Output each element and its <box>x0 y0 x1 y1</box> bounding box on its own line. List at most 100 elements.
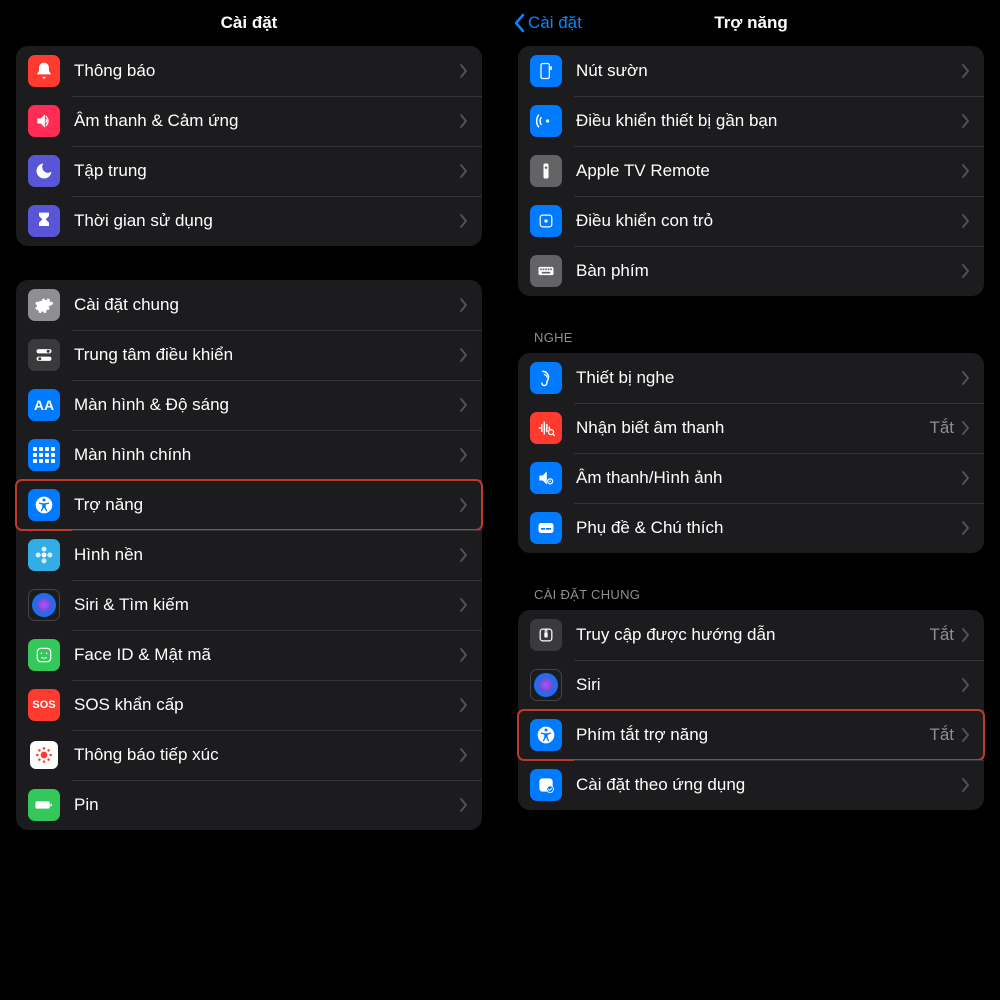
row-label: Phụ đề & Chú thích <box>576 518 962 538</box>
chevron-right-icon <box>460 298 468 312</box>
pointer-icon <box>530 205 562 237</box>
row-screentime[interactable]: Thời gian sử dụng <box>16 196 482 246</box>
row-label: Hình nền <box>74 545 460 565</box>
accessibility-icon <box>28 489 60 521</box>
chevron-right-icon <box>962 678 970 692</box>
row-label: Nút sườn <box>576 61 962 81</box>
chevron-right-icon <box>460 164 468 178</box>
row-general[interactable]: Cài đặt chung <box>16 280 482 330</box>
row-label: Phím tắt trợ năng <box>576 725 929 745</box>
row-sounds[interactable]: Âm thanh & Cảm ứng <box>16 96 482 146</box>
row-label: Thiết bị nghe <box>576 368 962 388</box>
row-accessibility[interactable]: Trợ năng <box>16 480 482 530</box>
row-label: Face ID & Mật mã <box>74 645 460 665</box>
row-siri[interactable]: Siri <box>518 660 984 710</box>
chevron-right-icon <box>460 548 468 562</box>
audiovisual-icon <box>530 462 562 494</box>
row-label: Truy cập được hướng dẫn <box>576 625 929 645</box>
chevron-right-icon <box>962 521 970 535</box>
group-physical-motor: Nút sườn Điều khiển thiết bị gần bạn Apple… <box>518 46 984 296</box>
section-header-general: CÀI ĐẶT CHUNG <box>518 587 984 610</box>
row-apple-tv-remote[interactable]: Apple TV Remote <box>518 146 984 196</box>
page-title: Trợ năng <box>714 13 787 33</box>
chevron-right-icon <box>460 498 468 512</box>
chevron-right-icon <box>460 348 468 362</box>
nearby-icon <box>530 105 562 137</box>
content-right[interactable]: Nút sườn Điều khiển thiết bị gần bạn Apple… <box>502 46 1000 1000</box>
gear-icon <box>28 289 60 321</box>
row-accessibility-shortcut[interactable]: Phím tắt trợ năngTắt <box>518 710 984 760</box>
row-focus[interactable]: Tập trung <box>16 146 482 196</box>
row-sound-recognition[interactable]: Nhận biết âm thanhTắt <box>518 403 984 453</box>
row-display[interactable]: AAMàn hình & Độ sáng <box>16 380 482 430</box>
row-wallpaper[interactable]: Hình nền <box>16 530 482 580</box>
row-label: Cài đặt theo ứng dụng <box>576 775 962 795</box>
chevron-right-icon <box>962 421 970 435</box>
perapp-icon <box>530 769 562 801</box>
row-home-screen[interactable]: Màn hình chính <box>16 430 482 480</box>
row-label: Trung tâm điều khiển <box>74 345 460 365</box>
chevron-right-icon <box>962 164 970 178</box>
chevron-right-icon <box>962 778 970 792</box>
chevron-right-icon <box>962 264 970 278</box>
chevron-right-icon <box>460 114 468 128</box>
row-per-app[interactable]: Cài đặt theo ứng dụng <box>518 760 984 810</box>
switches-icon <box>28 339 60 371</box>
row-siri[interactable]: Siri & Tìm kiếm <box>16 580 482 630</box>
row-label: Cài đặt chung <box>74 295 460 315</box>
sos-icon: SOS <box>28 689 60 721</box>
guided-icon <box>530 619 562 651</box>
row-label: Điều khiển con trỏ <box>576 211 962 231</box>
row-label: Điều khiển thiết bị gần bạn <box>576 111 962 131</box>
row-subtitles[interactable]: Phụ đề & Chú thích <box>518 503 984 553</box>
chevron-right-icon <box>460 398 468 412</box>
row-pointer-control[interactable]: Điều khiển con trỏ <box>518 196 984 246</box>
row-exposure[interactable]: Thông báo tiếp xúc <box>16 730 482 780</box>
row-value: Tắt <box>929 418 954 438</box>
row-label: Thời gian sử dụng <box>74 211 460 231</box>
chevron-right-icon <box>962 371 970 385</box>
row-audio-visual[interactable]: Âm thanh/Hình ảnh <box>518 453 984 503</box>
exposure-icon <box>28 739 60 771</box>
chevron-right-icon <box>460 214 468 228</box>
row-label: Pin <box>74 795 460 815</box>
row-label: Màn hình & Độ sáng <box>74 395 460 415</box>
section-header-hearing: NGHE <box>518 330 984 353</box>
battery-icon <box>28 789 60 821</box>
hourglass-icon <box>28 205 60 237</box>
header-left: Cài đặt <box>0 0 498 46</box>
row-label: Màn hình chính <box>74 445 460 465</box>
accessibility-icon <box>530 719 562 751</box>
row-keyboards[interactable]: Bàn phím <box>518 246 984 296</box>
row-faceid[interactable]: Face ID & Mật mã <box>16 630 482 680</box>
row-label: Tập trung <box>74 161 460 181</box>
siri-icon <box>28 589 60 621</box>
group-notifications: Thông báo Âm thanh & Cảm ứng Tập trung Thời… <box>16 46 482 246</box>
bell-icon <box>28 55 60 87</box>
group-general-settings: Truy cập được hướng dẫnTắtSiriPhím tắt t… <box>518 610 984 810</box>
sidebutton-icon <box>530 55 562 87</box>
row-nearby-control[interactable]: Điều khiển thiết bị gần bạn <box>518 96 984 146</box>
siri-icon <box>530 669 562 701</box>
moon-icon <box>28 155 60 187</box>
keyboard-icon <box>530 255 562 287</box>
page-title: Cài đặt <box>221 13 278 33</box>
row-battery[interactable]: Pin <box>16 780 482 830</box>
row-control-center[interactable]: Trung tâm điều khiển <box>16 330 482 380</box>
row-label: Thông báo tiếp xúc <box>74 745 460 765</box>
row-sos[interactable]: SOSSOS khẩn cấp <box>16 680 482 730</box>
content-left[interactable]: Thông báo Âm thanh & Cảm ứng Tập trung Thời… <box>0 46 498 1000</box>
row-notifications[interactable]: Thông báo <box>16 46 482 96</box>
row-label: Âm thanh/Hình ảnh <box>576 468 962 488</box>
row-guided-access[interactable]: Truy cập được hướng dẫnTắt <box>518 610 984 660</box>
back-button[interactable]: Cài đặt <box>512 13 582 33</box>
row-label: Siri & Tìm kiếm <box>74 595 460 615</box>
row-value: Tắt <box>929 625 954 645</box>
row-side-button[interactable]: Nút sườn <box>518 46 984 96</box>
row-label: Thông báo <box>74 61 460 81</box>
row-hearing-devices[interactable]: Thiết bị nghe <box>518 353 984 403</box>
settings-panel-left: Cài đặt Thông báo Âm thanh & Cảm ứng Tập t… <box>0 0 498 1000</box>
chevron-right-icon <box>962 728 970 742</box>
row-label: Nhận biết âm thanh <box>576 418 929 438</box>
settings-panel-right: Cài đặt Trợ năng Nút sườn Điều khiển thiế… <box>502 0 1000 1000</box>
